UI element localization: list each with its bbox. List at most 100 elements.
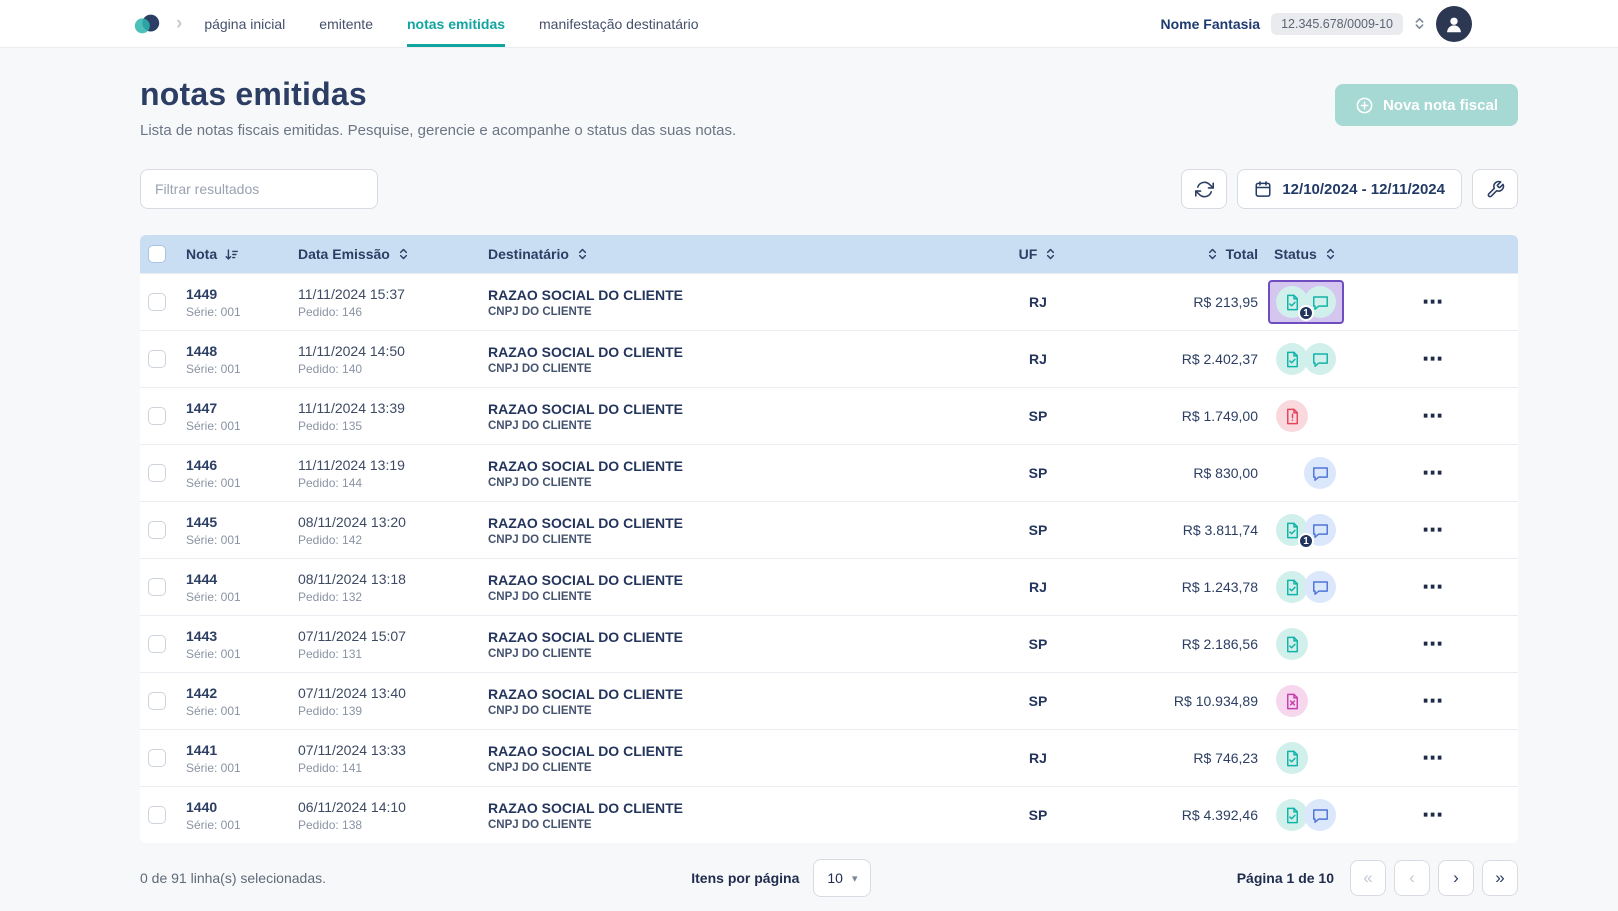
status-chat-slot: 1 <box>1304 514 1336 546</box>
last-page-button[interactable]: » <box>1482 860 1518 896</box>
row-checkbox[interactable] <box>148 407 166 425</box>
row-date: 11/11/2024 13:19 <box>298 457 405 473</box>
page-subtitle: Lista de notas fiscais emitidas. Pesquis… <box>140 122 736 139</box>
company-name[interactable]: Nome Fantasia <box>1160 16 1260 32</box>
sort-desc-icon[interactable] <box>224 247 239 262</box>
document-x-icon[interactable] <box>1276 685 1308 717</box>
user-avatar[interactable] <box>1436 6 1472 42</box>
row-destinatario[interactable]: RAZAO SOCIAL DO CLIENTE <box>488 743 683 759</box>
sort-icon[interactable] <box>1044 247 1057 261</box>
row-actions-button[interactable]: ⋯ <box>1422 406 1443 427</box>
last-page-icon: » <box>1495 868 1504 888</box>
row-nota: 1441 <box>186 742 241 758</box>
status-chat-slot <box>1304 400 1336 432</box>
row-actions-button[interactable]: ⋯ <box>1422 292 1443 313</box>
filter-actions: 12/10/2024 - 12/11/2024 <box>1181 169 1518 209</box>
row-total: R$ 4.392,46 <box>1182 807 1258 823</box>
row-destinatario[interactable]: RAZAO SOCIAL DO CLIENTE <box>488 686 683 702</box>
prev-page-button[interactable]: ‹ <box>1394 860 1430 896</box>
row-actions-button[interactable]: ⋯ <box>1422 520 1443 541</box>
column-header-total[interactable]: Total <box>1226 246 1258 262</box>
items-per-page-select[interactable]: 10 ▾ <box>813 859 871 897</box>
first-page-button[interactable]: « <box>1350 860 1386 896</box>
settings-button[interactable] <box>1472 169 1518 209</box>
row-uf: SP <box>1029 693 1048 709</box>
row-date: 08/11/2024 13:18 <box>298 571 406 587</box>
row-serie: Série: 001 <box>186 533 241 547</box>
row-cnpj: CNPJ DO CLIENTE <box>488 363 683 375</box>
row-checkbox[interactable] <box>148 749 166 767</box>
chat-icon[interactable] <box>1304 457 1336 489</box>
chat-icon[interactable] <box>1304 799 1336 831</box>
row-actions-button[interactable]: ⋯ <box>1422 634 1443 655</box>
row-total: R$ 746,23 <box>1193 750 1258 766</box>
row-checkbox[interactable] <box>148 350 166 368</box>
date-range-label: 12/10/2024 - 12/11/2024 <box>1282 181 1445 198</box>
next-page-button[interactable]: › <box>1438 860 1474 896</box>
row-actions-button[interactable]: ⋯ <box>1422 805 1443 826</box>
row-date: 07/11/2024 13:40 <box>298 685 406 701</box>
row-date: 07/11/2024 13:33 <box>298 742 406 758</box>
nav-item-manifestacao-destinatario[interactable]: manifestação destinatário <box>539 0 699 47</box>
row-serie: Série: 001 <box>186 704 241 718</box>
row-actions-button[interactable]: ⋯ <box>1422 748 1443 769</box>
row-destinatario[interactable]: RAZAO SOCIAL DO CLIENTE <box>488 515 683 531</box>
row-checkbox[interactable] <box>148 521 166 539</box>
column-header-status[interactable]: Status <box>1274 246 1317 262</box>
chat-icon[interactable]: 1 <box>1304 286 1336 318</box>
filter-input[interactable] <box>140 169 378 209</box>
sort-icon[interactable] <box>576 247 589 261</box>
new-invoice-button[interactable]: Nova nota fiscal <box>1335 84 1518 126</box>
row-destinatario[interactable]: RAZAO SOCIAL DO CLIENTE <box>488 344 683 360</box>
column-header-uf[interactable]: UF <box>1019 246 1038 262</box>
app-logo-icon[interactable] <box>132 12 162 36</box>
row-checkbox[interactable] <box>148 692 166 710</box>
row-actions-button[interactable]: ⋯ <box>1422 349 1443 370</box>
nav-item-notas-emitidas[interactable]: notas emitidas <box>407 0 505 47</box>
document-check-icon[interactable] <box>1276 628 1308 660</box>
row-destinatario[interactable]: RAZAO SOCIAL DO CLIENTE <box>488 800 683 816</box>
document-check-icon[interactable] <box>1276 742 1308 774</box>
row-checkbox[interactable] <box>148 293 166 311</box>
date-range-button[interactable]: 12/10/2024 - 12/11/2024 <box>1237 169 1462 209</box>
row-status-group <box>1268 565 1344 609</box>
sort-icon[interactable] <box>1324 247 1337 261</box>
refresh-button[interactable] <box>1181 169 1227 209</box>
chat-icon[interactable]: 1 <box>1304 514 1336 546</box>
table-row: 1445 Série: 001 08/11/2024 13:20 Pedido:… <box>140 501 1518 558</box>
row-destinatario[interactable]: RAZAO SOCIAL DO CLIENTE <box>488 629 683 645</box>
row-actions-button[interactable]: ⋯ <box>1422 577 1443 598</box>
row-destinatario[interactable]: RAZAO SOCIAL DO CLIENTE <box>488 572 683 588</box>
status-chat-slot: 1 <box>1304 286 1336 318</box>
row-uf: SP <box>1029 465 1048 481</box>
column-header-data-emissao[interactable]: Data Emissão <box>298 246 390 262</box>
chat-icon[interactable] <box>1304 571 1336 603</box>
row-destinatario[interactable]: RAZAO SOCIAL DO CLIENTE <box>488 287 683 303</box>
row-status-group <box>1268 451 1344 495</box>
row-checkbox[interactable] <box>148 806 166 824</box>
row-date: 11/11/2024 13:39 <box>298 400 405 416</box>
row-total: R$ 213,95 <box>1193 294 1258 310</box>
row-pedido: Pedido: 142 <box>298 533 406 547</box>
nav-item-emitente[interactable]: emitente <box>319 0 373 47</box>
row-destinatario[interactable]: RAZAO SOCIAL DO CLIENTE <box>488 401 683 417</box>
nav-item-pagina-inicial[interactable]: página inicial <box>204 0 285 47</box>
company-switcher-icon[interactable] <box>1414 16 1425 31</box>
row-checkbox[interactable] <box>148 578 166 596</box>
row-date: 07/11/2024 15:07 <box>298 628 406 644</box>
company-cnpj-badge[interactable]: 12.345.678/0009-10 <box>1271 13 1403 35</box>
column-header-destinatario[interactable]: Destinatário <box>488 246 569 262</box>
row-destinatario[interactable]: RAZAO SOCIAL DO CLIENTE <box>488 458 683 474</box>
row-actions-button[interactable]: ⋯ <box>1422 691 1443 712</box>
select-all-checkbox[interactable] <box>148 245 166 263</box>
sort-icon[interactable] <box>397 247 410 261</box>
row-checkbox[interactable] <box>148 635 166 653</box>
row-actions-button[interactable]: ⋯ <box>1422 463 1443 484</box>
selection-summary: 0 de 91 linha(s) selecionadas. <box>140 870 326 886</box>
chat-icon[interactable] <box>1304 343 1336 375</box>
document-alert-icon[interactable] <box>1276 400 1308 432</box>
row-serie: Série: 001 <box>186 647 241 661</box>
row-checkbox[interactable] <box>148 464 166 482</box>
column-header-nota[interactable]: Nota <box>186 246 217 262</box>
sort-icon[interactable] <box>1206 247 1219 261</box>
